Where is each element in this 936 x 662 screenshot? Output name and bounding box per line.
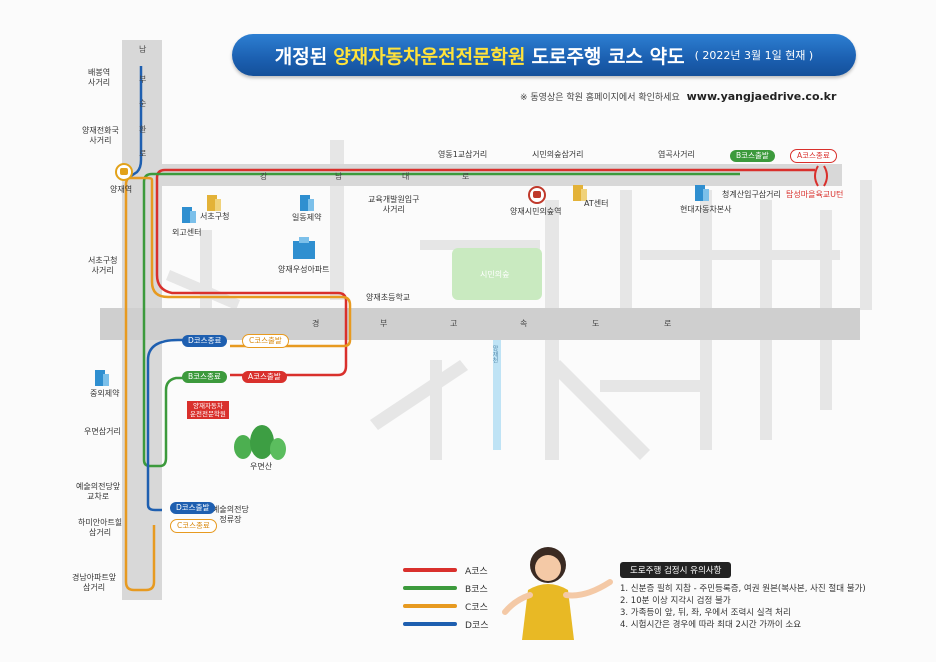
place-label: 경남아파트앞 삼거리 (72, 573, 117, 592)
title-academy: 양재자동차운전전문학원 (333, 45, 526, 68)
title-prefix: 개정된 (274, 45, 328, 68)
legend-item: C코스 (403, 597, 489, 615)
title-banner: 개정된 양재자동차운전전문학원 도로주행 코스 약도 ( 2022년 3월 1일… (232, 34, 856, 76)
road-label-char: 도 (592, 319, 600, 328)
landmark-label: 시민의숲 (480, 270, 510, 279)
landmark-label: 교육개발원입구 사거리 (368, 195, 420, 214)
road-label-char: 로 (664, 319, 672, 328)
building-icon (293, 237, 315, 259)
landmark-label: 양재우성아파트 (278, 265, 330, 274)
exam-notice: 도로주행 검정시 유의사항 1. 신분증 필히 지참 - 주민등록증, 여권 원… (620, 558, 866, 631)
building-icon (95, 370, 109, 386)
legend-label: B코스 (465, 584, 488, 595)
landmark-label: 일동제약 (292, 213, 322, 222)
website-note: ※ 동영상은 학원 홈페이지에서 확인하세요 www.yangjaedrive.… (520, 90, 836, 103)
road-label-char: 부 (139, 75, 147, 84)
landmark-label: 우면산 (250, 462, 273, 471)
road-label-char: 남 (335, 172, 343, 181)
road-label-char: 순 (139, 99, 147, 108)
title-suffix: 도로주행 코스 약도 (531, 45, 685, 68)
place-label: 염곡사거리 (658, 150, 695, 159)
legend-label: C코스 (465, 602, 488, 613)
place-label: 청계산입구삼거리 (722, 190, 781, 199)
building-icon (182, 207, 196, 223)
landmark-label: 양재시민의숲역 (510, 207, 562, 216)
academy-marker: 양재자동차 운전전문학원 (187, 401, 229, 419)
badge-d-end: D코스종료 (182, 335, 228, 347)
badge-d-start: D코스출발 (170, 502, 216, 514)
road-label-char: 강 (260, 172, 268, 181)
place-label: 양재전화국 사거리 (82, 126, 119, 145)
notice-item: 4. 시험시간은 경우에 따라 최대 2시간 가까이 소요 (620, 620, 802, 630)
place-label: 배봉역 사거리 (88, 68, 111, 87)
landmark-label: 양재초등학교 (366, 293, 411, 302)
legend-swatch (403, 604, 457, 608)
subway-icon (115, 163, 133, 181)
landmark-label: 중외제약 (90, 389, 120, 398)
landmark-label: 서초구청 (200, 212, 230, 221)
road-label-char: 환 (139, 125, 147, 134)
place-label: 양재역 (110, 185, 133, 194)
road-label-char: 고 (450, 319, 458, 328)
stream-label: 양재천 (491, 345, 498, 363)
legend-swatch (403, 568, 457, 572)
road-label-char: 남 (139, 45, 147, 54)
road-label-char: 속 (520, 319, 528, 328)
place-label: 예술의전당앞 교차로 (76, 482, 121, 501)
badge-c-start: C코스출발 (242, 334, 289, 348)
notice-item: 1. 신분증 필히 지참 - 주민등록증, 여권 원본(복사본, 사진 절대 불… (620, 584, 866, 594)
landmark-label: 현대자동차본사 (680, 205, 732, 214)
umyeon-hill (234, 425, 286, 460)
legend-item: B코스 (403, 579, 489, 597)
landmark-label: AT센터 (584, 199, 609, 208)
road-label-char: 대 (402, 172, 410, 181)
website-note-text: ※ 동영상은 학원 홈페이지에서 확인하세요 (520, 93, 680, 103)
place-label: 시민의숲삼거리 (532, 150, 584, 159)
notice-item: 2. 10분 이상 지각시 검정 불가 (620, 596, 731, 606)
building-icon (695, 185, 709, 201)
title-date: ( 2022년 3월 1일 현재 ) (694, 49, 814, 62)
building-icon (207, 195, 221, 211)
badge-c-end: C코스종료 (170, 519, 217, 533)
road-label-char: 로 (139, 149, 147, 158)
website-url[interactable]: www.yangjaedrive.co.kr (687, 90, 837, 103)
legend-item: A코스 (403, 561, 489, 579)
place-label: 탑성마을육교U턴 (786, 190, 844, 199)
subway-icon (528, 186, 546, 204)
legend-label: D코스 (465, 620, 489, 631)
badge-a-end: A코스종료 (790, 149, 837, 163)
place-label: 서초구청 사거리 (88, 256, 118, 275)
legend-item: D코스 (403, 615, 489, 633)
road-label-char: 경 (312, 319, 320, 328)
notice-item: 3. 가족등이 앞, 뒤, 좌, 우에서 조력시 실격 처리 (620, 608, 791, 618)
place-label: 영동1교삼거리 (438, 150, 488, 159)
place-label: 우면삼거리 (84, 427, 121, 436)
place-label: 하미안아트힐 삼거리 (78, 518, 123, 537)
landmark-label: 예술의전당 정류장 (212, 505, 249, 524)
legend-swatch (403, 586, 457, 590)
legend-swatch (403, 622, 457, 626)
presenter-illustration (502, 547, 613, 640)
building-icon (300, 195, 314, 211)
badge-b-end: B코스종료 (182, 371, 227, 383)
road-label-char: 부 (380, 319, 388, 328)
road-label-char: 로 (462, 172, 470, 181)
badge-b-start: B코스출발 (730, 150, 775, 162)
course-legend: A코스 B코스 C코스 D코스 (403, 561, 489, 633)
badge-a-start: A코스출발 (242, 371, 287, 383)
landmark-label: 외고센터 (172, 228, 202, 237)
notice-title: 도로주행 검정시 유의사항 (620, 562, 732, 578)
legend-label: A코스 (465, 566, 488, 577)
